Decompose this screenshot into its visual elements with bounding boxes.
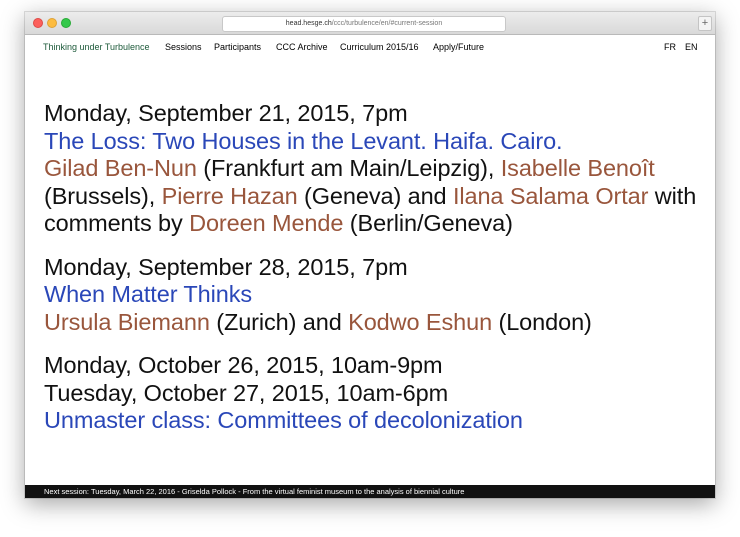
nav-item-ccc-archive[interactable]: CCC Archive	[276, 42, 328, 52]
new-tab-button[interactable]: +	[698, 16, 712, 31]
nav-item-apply-future[interactable]: Apply/Future	[433, 42, 484, 52]
session-title-link[interactable]: When Matter Thinks	[44, 281, 704, 309]
session-date: Monday, September 21, 2015, 7pm	[44, 100, 408, 126]
url-host: head.hesge.ch	[285, 20, 332, 27]
participant-location: (London)	[492, 308, 592, 335]
next-session-bar[interactable]: Next session: Tuesday, March 22, 2016 - …	[25, 485, 715, 498]
session-title-link[interactable]: The Loss: Two Houses in the Levant. Haif…	[44, 128, 704, 156]
participant-link[interactable]: Isabelle Benoît	[501, 155, 655, 181]
lang-en-link[interactable]: EN	[685, 42, 698, 52]
session-date: Monday, October 26, 2015, 10am-9pm	[44, 352, 443, 378]
browser-window: head.hesge.ch/ccc/turbulence/en/#current…	[25, 12, 715, 498]
session-entry: Monday, September 28, 2015, 7pm When Mat…	[44, 254, 704, 337]
browser-titlebar: head.hesge.ch/ccc/turbulence/en/#current…	[25, 12, 715, 35]
participant-location: (Berlin/Geneva)	[343, 210, 513, 236]
close-window-button[interactable]	[33, 18, 43, 28]
session-participants: Ursula Biemann (Zurich) and Kodwo Eshun …	[44, 309, 704, 337]
participant-link[interactable]: Ilana Salama Ortar	[453, 183, 649, 209]
session-participants: Gilad Ben-Nun (Frankfurt am Main/Leipzig…	[44, 155, 704, 238]
site-brand-link[interactable]: Thinking under Turbulence	[43, 42, 150, 52]
zoom-window-button[interactable]	[61, 18, 71, 28]
site-nav: Thinking under Turbulence Sessions Parti…	[25, 35, 715, 59]
session-date: Monday, September 28, 2015, 7pm	[44, 253, 408, 280]
participant-link[interactable]: Ursula Biemann	[44, 309, 210, 335]
participant-link[interactable]: Pierre Hazan	[162, 183, 298, 209]
address-bar[interactable]: head.hesge.ch/ccc/turbulence/en/#current…	[222, 16, 506, 32]
session-date-second: Tuesday, October 27, 2015, 10am-6pm	[44, 379, 449, 406]
minimize-window-button[interactable]	[47, 18, 57, 28]
participant-link[interactable]: Kodwo Eshun	[348, 309, 492, 335]
session-title-link[interactable]: Unmaster class: Committees of decoloniza…	[44, 407, 704, 435]
participant-location: (Zurich) and	[209, 308, 349, 335]
session-entry: Monday, October 26, 2015, 10am-9pm Tuesd…	[44, 352, 704, 435]
lang-fr-link[interactable]: FR	[664, 42, 676, 52]
nav-item-sessions[interactable]: Sessions	[165, 42, 202, 52]
participant-location: (Frankfurt am Main/Leipzig),	[196, 155, 501, 181]
nav-item-curriculum[interactable]: Curriculum 2015/16	[340, 42, 419, 52]
url-path: /ccc/turbulence/en/#current-session	[331, 20, 443, 27]
sessions-list: Monday, September 21, 2015, 7pm The Loss…	[44, 100, 704, 451]
participant-link[interactable]: Gilad Ben-Nun	[44, 155, 197, 181]
participant-location: (Brussels),	[44, 182, 162, 209]
session-entry: Monday, September 21, 2015, 7pm The Loss…	[44, 100, 704, 238]
nav-item-participants[interactable]: Participants	[214, 42, 261, 52]
participant-location: (Geneva) and	[297, 182, 453, 209]
participant-link[interactable]: Doreen Mende	[189, 210, 343, 236]
